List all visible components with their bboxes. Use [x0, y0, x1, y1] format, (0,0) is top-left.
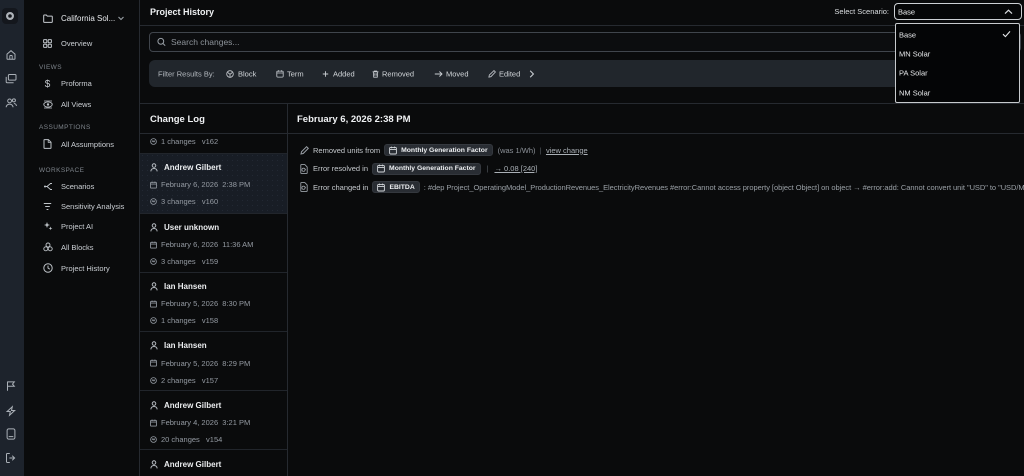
svg-text:$: $	[45, 79, 51, 89]
